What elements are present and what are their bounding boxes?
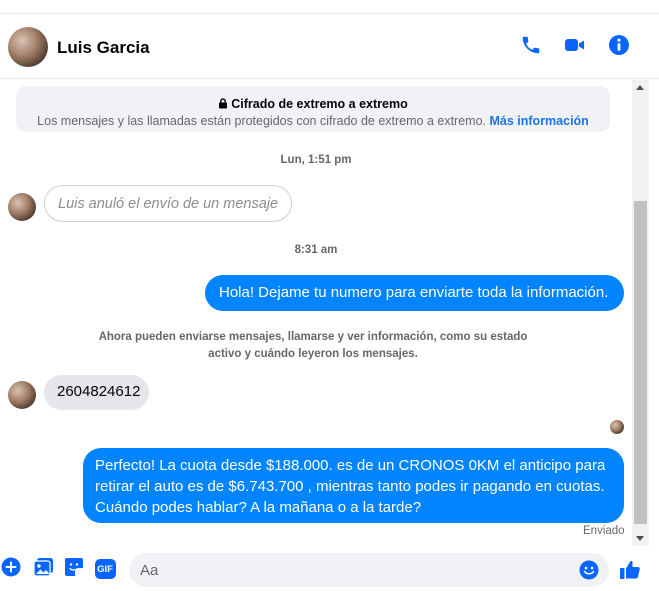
scroll-up-arrow-icon[interactable] <box>636 85 644 90</box>
system-notice: Ahora pueden enviarse mensajes, llamarse… <box>80 329 546 363</box>
message-text: Hola! Dejame tu numero para enviarte tod… <box>219 284 609 301</box>
scroll-thumb[interactable] <box>634 201 647 524</box>
timestamp: Lun, 1:51 pm <box>280 154 352 166</box>
contact-avatar[interactable] <box>8 27 48 67</box>
message-list[interactable]: Cifrado de extremo a extremo Los mensaje… <box>0 80 632 546</box>
scrollbar[interactable] <box>632 80 649 546</box>
message-input[interactable] <box>140 553 560 587</box>
system-notice-line: Ahora pueden enviarse mensajes, llamarse… <box>98 331 528 343</box>
encryption-title: Cifrado de extremo a extremo <box>231 97 408 111</box>
attach-photo-button[interactable] <box>32 557 54 582</box>
info-button[interactable] <box>607 34 631 61</box>
message-text-line: retirar el auto es de $6.743.700 , mient… <box>95 478 605 495</box>
seen-receipt-avatar <box>610 420 624 434</box>
message-text-line: Perfecto! La cuota desde $188.000. es de… <box>95 457 606 474</box>
sent-status: Enviado <box>583 525 625 537</box>
sticker-button[interactable] <box>63 557 85 582</box>
gif-button[interactable]: GIF <box>94 558 116 580</box>
info-icon <box>608 34 630 61</box>
message-input-container <box>129 553 609 587</box>
composer-bar: GIF <box>0 546 659 591</box>
call-button[interactable] <box>519 35 543 59</box>
system-notice-line: activo y cuándo leyeron los mensajes. <box>208 348 418 360</box>
photo-icon <box>32 557 54 582</box>
chat-header: Luis Garcia <box>0 15 659 79</box>
more-actions-button[interactable] <box>0 557 22 582</box>
timestamp: 8:31 am <box>294 244 338 256</box>
incoming-message[interactable]: 2604824612 <box>44 375 149 410</box>
add-icon <box>1 557 21 582</box>
contact-name[interactable]: Luis Garcia <box>57 38 150 58</box>
message-text: 2604824612 <box>57 383 141 400</box>
gif-icon: GIF <box>94 559 116 579</box>
more-info-link[interactable]: Más información <box>490 114 589 128</box>
sticker-icon <box>64 557 84 582</box>
unsent-message-notice: Luis anuló el envío de un mensaje <box>44 185 293 222</box>
encryption-notice: Cifrado de extremo a extremo Los mensaje… <box>16 86 610 132</box>
sender-avatar[interactable] <box>8 193 36 221</box>
message-text-line: Cuándo podes hablar? A la mañana o a la … <box>95 499 422 516</box>
emoji-icon[interactable] <box>579 560 599 580</box>
sender-avatar[interactable] <box>8 381 36 409</box>
lock-icon <box>218 98 228 112</box>
phone-icon <box>520 34 542 61</box>
window-top-strip <box>0 0 659 14</box>
outgoing-message[interactable]: Perfecto! La cuota desde $188.000. es de… <box>83 448 624 523</box>
outgoing-message[interactable]: Hola! Dejame tu numero para enviarte tod… <box>205 275 624 311</box>
encryption-body: Los mensajes y las llamadas están proteg… <box>37 114 487 128</box>
scroll-down-arrow-icon[interactable] <box>636 536 644 541</box>
thumbs-up-icon[interactable] <box>618 558 642 582</box>
video-camera-icon <box>563 34 587 61</box>
video-call-button[interactable] <box>563 35 587 59</box>
